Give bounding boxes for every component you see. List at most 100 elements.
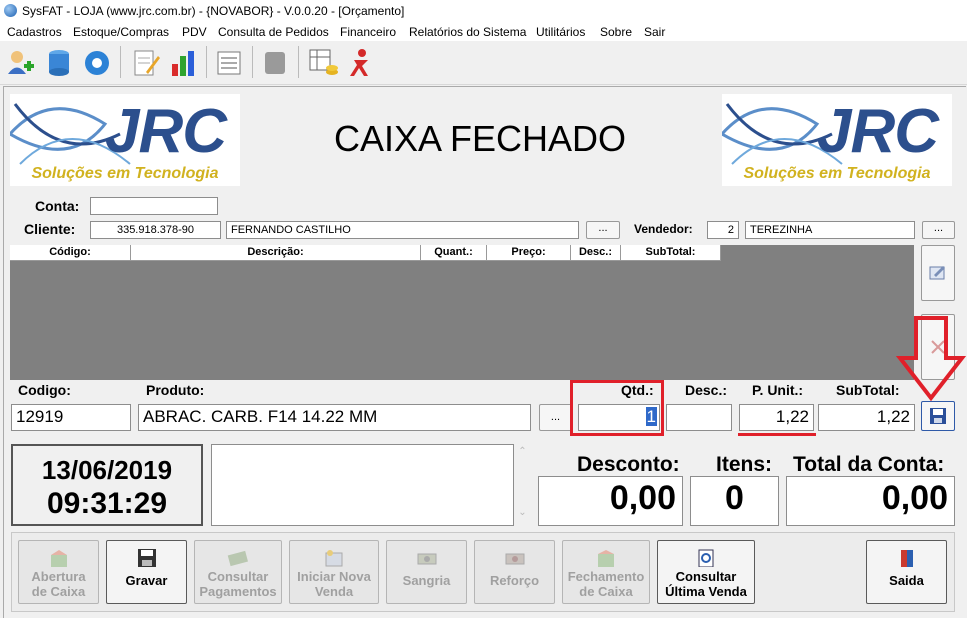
conta-input[interactable] — [90, 197, 218, 215]
bar-chart-icon[interactable] — [166, 46, 200, 80]
qtd-input[interactable]: 1 — [578, 404, 660, 431]
subtotal-input[interactable]: 1,22 — [818, 404, 915, 431]
floppy-icon — [930, 408, 946, 424]
gear-icon[interactable] — [80, 46, 114, 80]
jrc-logo-right: JRC Soluções em Tecnologia — [722, 94, 952, 186]
logo-brand: JRC — [105, 97, 227, 166]
grid-header-preco[interactable]: Preço: — [487, 245, 571, 261]
saida-button[interactable]: Saida — [866, 540, 947, 604]
edit-icon — [929, 266, 945, 280]
menu-estoque-compras[interactable]: Estoque/Compras — [73, 25, 169, 39]
iniciar-label-2: Venda — [314, 584, 354, 599]
total-display: 0,00 — [786, 476, 955, 526]
abertura-label-1: Abertura — [31, 569, 86, 584]
reforco-button[interactable]: Reforço — [474, 540, 555, 604]
toolbar-separator — [252, 46, 253, 78]
codigo-input[interactable]: 12919 — [11, 404, 131, 431]
subtotal-label: SubTotal: — [836, 382, 900, 398]
menu-bar: Cadastros Estoque/Compras PDV Consulta d… — [0, 22, 967, 41]
grid-header-descricao[interactable]: Descrição: — [131, 245, 421, 261]
produto-label: Produto: — [146, 382, 205, 398]
window-title: SysFAT - LOJA (www.jrc.com.br) - {NOVABO… — [22, 4, 405, 18]
money-icon — [227, 550, 248, 567]
itens-display: 0 — [690, 476, 779, 526]
door-exit-icon — [900, 550, 913, 567]
consultar-ultima-venda-button[interactable]: Consultar Última Venda — [657, 540, 755, 604]
notepad-icon[interactable] — [128, 46, 162, 80]
fechamento-label-1: Fechamento — [567, 569, 645, 584]
toolbar-separator — [206, 46, 207, 78]
iniciar-nova-venda-button[interactable]: Iniciar Nova Venda — [289, 540, 379, 604]
desconto-display: 0,00 — [538, 476, 683, 526]
abertura-caixa-button[interactable]: Abertura de Caixa — [18, 540, 99, 604]
scroll-up-icon[interactable]: ⌃ — [515, 446, 530, 457]
vendedor-label: Vendedor: — [634, 222, 693, 236]
punit-underline — [738, 433, 816, 436]
red-arrow-annotation — [896, 316, 966, 402]
scroll-down-icon[interactable]: ⌄ — [515, 507, 530, 518]
desc-input[interactable] — [666, 404, 732, 431]
toolbar — [0, 42, 967, 85]
desc-label: Desc.: — [685, 382, 728, 398]
cash-out-icon — [417, 553, 436, 565]
items-grid[interactable]: Código: Descrição: Quant.: Preço: Desc.:… — [10, 245, 914, 380]
users-add-icon[interactable] — [4, 46, 38, 80]
punit-input[interactable]: 1,22 — [739, 404, 814, 431]
menu-financeiro[interactable]: Financeiro — [340, 25, 396, 39]
floppy-icon — [137, 549, 156, 567]
grid-header-subtotal[interactable]: SubTotal: — [621, 245, 721, 261]
qtd-value: 1 — [645, 407, 657, 426]
edit-item-button[interactable] — [921, 245, 955, 301]
consultar-pag-label-1: Consultar — [207, 569, 269, 584]
cash-calc-icon[interactable] — [306, 46, 340, 80]
disabled-tool-icon — [258, 46, 292, 80]
consultar-pagamentos-button[interactable]: Consultar Pagamentos — [194, 540, 282, 604]
save-item-button[interactable] — [921, 401, 955, 431]
vendedor-search-button[interactable]: ... — [922, 221, 955, 239]
menu-relatorios[interactable]: Relatórios do Sistema — [409, 25, 526, 39]
cliente-label: Cliente: — [24, 221, 76, 237]
toolbar-separator — [298, 46, 299, 78]
menu-cadastros[interactable]: Cadastros — [7, 25, 62, 39]
clock-time: 09:31:29 — [46, 487, 168, 520]
title-bar: SysFAT - LOJA (www.jrc.com.br) - {NOVABO… — [0, 0, 967, 22]
clock-panel: 13/06/2019 09:31:29 — [11, 444, 203, 526]
vendedor-name-input[interactable]: TEREZINHA — [745, 221, 915, 239]
ultima-label-1: Consultar — [675, 569, 737, 584]
grid-header-codigo[interactable]: Código: — [10, 245, 131, 261]
cliente-name-input[interactable]: FERNANDO CASTILHO — [226, 221, 579, 239]
cliente-search-button[interactable]: ... — [586, 221, 620, 239]
abertura-label-2: de Caixa — [31, 584, 86, 599]
grid-header-quant[interactable]: Quant.: — [421, 245, 487, 261]
grid-header-desc[interactable]: Desc.: — [571, 245, 621, 261]
logo-tagline: Soluções em Tecnologia — [31, 165, 219, 182]
fechamento-caixa-button[interactable]: Fechamento de Caixa — [562, 540, 650, 604]
menu-consulta-pedidos[interactable]: Consulta de Pedidos — [218, 25, 329, 39]
vendedor-code-input[interactable]: 2 — [707, 221, 739, 239]
cliente-doc-input[interactable]: 335.918.378-90 — [90, 221, 221, 239]
database-icon[interactable] — [42, 46, 76, 80]
itens-label: Itens: — [716, 453, 773, 476]
menu-pdv[interactable]: PDV — [182, 25, 207, 39]
exit-runner-icon[interactable] — [344, 46, 378, 80]
caixa-status: CAIXA FECHADO — [333, 118, 627, 159]
codigo-label: Codigo: — [18, 382, 71, 398]
produto-search-button[interactable]: ... — [539, 404, 572, 431]
notes-textarea[interactable] — [211, 444, 514, 526]
gravar-label: Gravar — [125, 573, 168, 588]
box-open-icon — [50, 550, 67, 567]
gravar-button[interactable]: Gravar — [106, 540, 187, 604]
list-icon[interactable] — [212, 46, 246, 80]
menu-sobre[interactable]: Sobre — [600, 25, 632, 39]
menu-sair[interactable]: Sair — [644, 25, 665, 39]
logo-tagline: Soluções em Tecnologia — [743, 165, 931, 182]
notes-scrollbar[interactable]: ⌃ ⌄ — [515, 444, 530, 526]
sangria-button[interactable]: Sangria — [386, 540, 467, 604]
app-icon — [4, 4, 17, 17]
desconto-label: Desconto: — [577, 453, 680, 476]
menu-utilitarios[interactable]: Utilitários — [536, 25, 585, 39]
punit-label: P. Unit.: — [752, 382, 804, 398]
new-sale-icon — [325, 550, 343, 567]
produto-input[interactable]: ABRAC. CARB. F14 14.22 MM — [138, 404, 531, 431]
iniciar-label-1: Iniciar Nova — [297, 569, 371, 584]
